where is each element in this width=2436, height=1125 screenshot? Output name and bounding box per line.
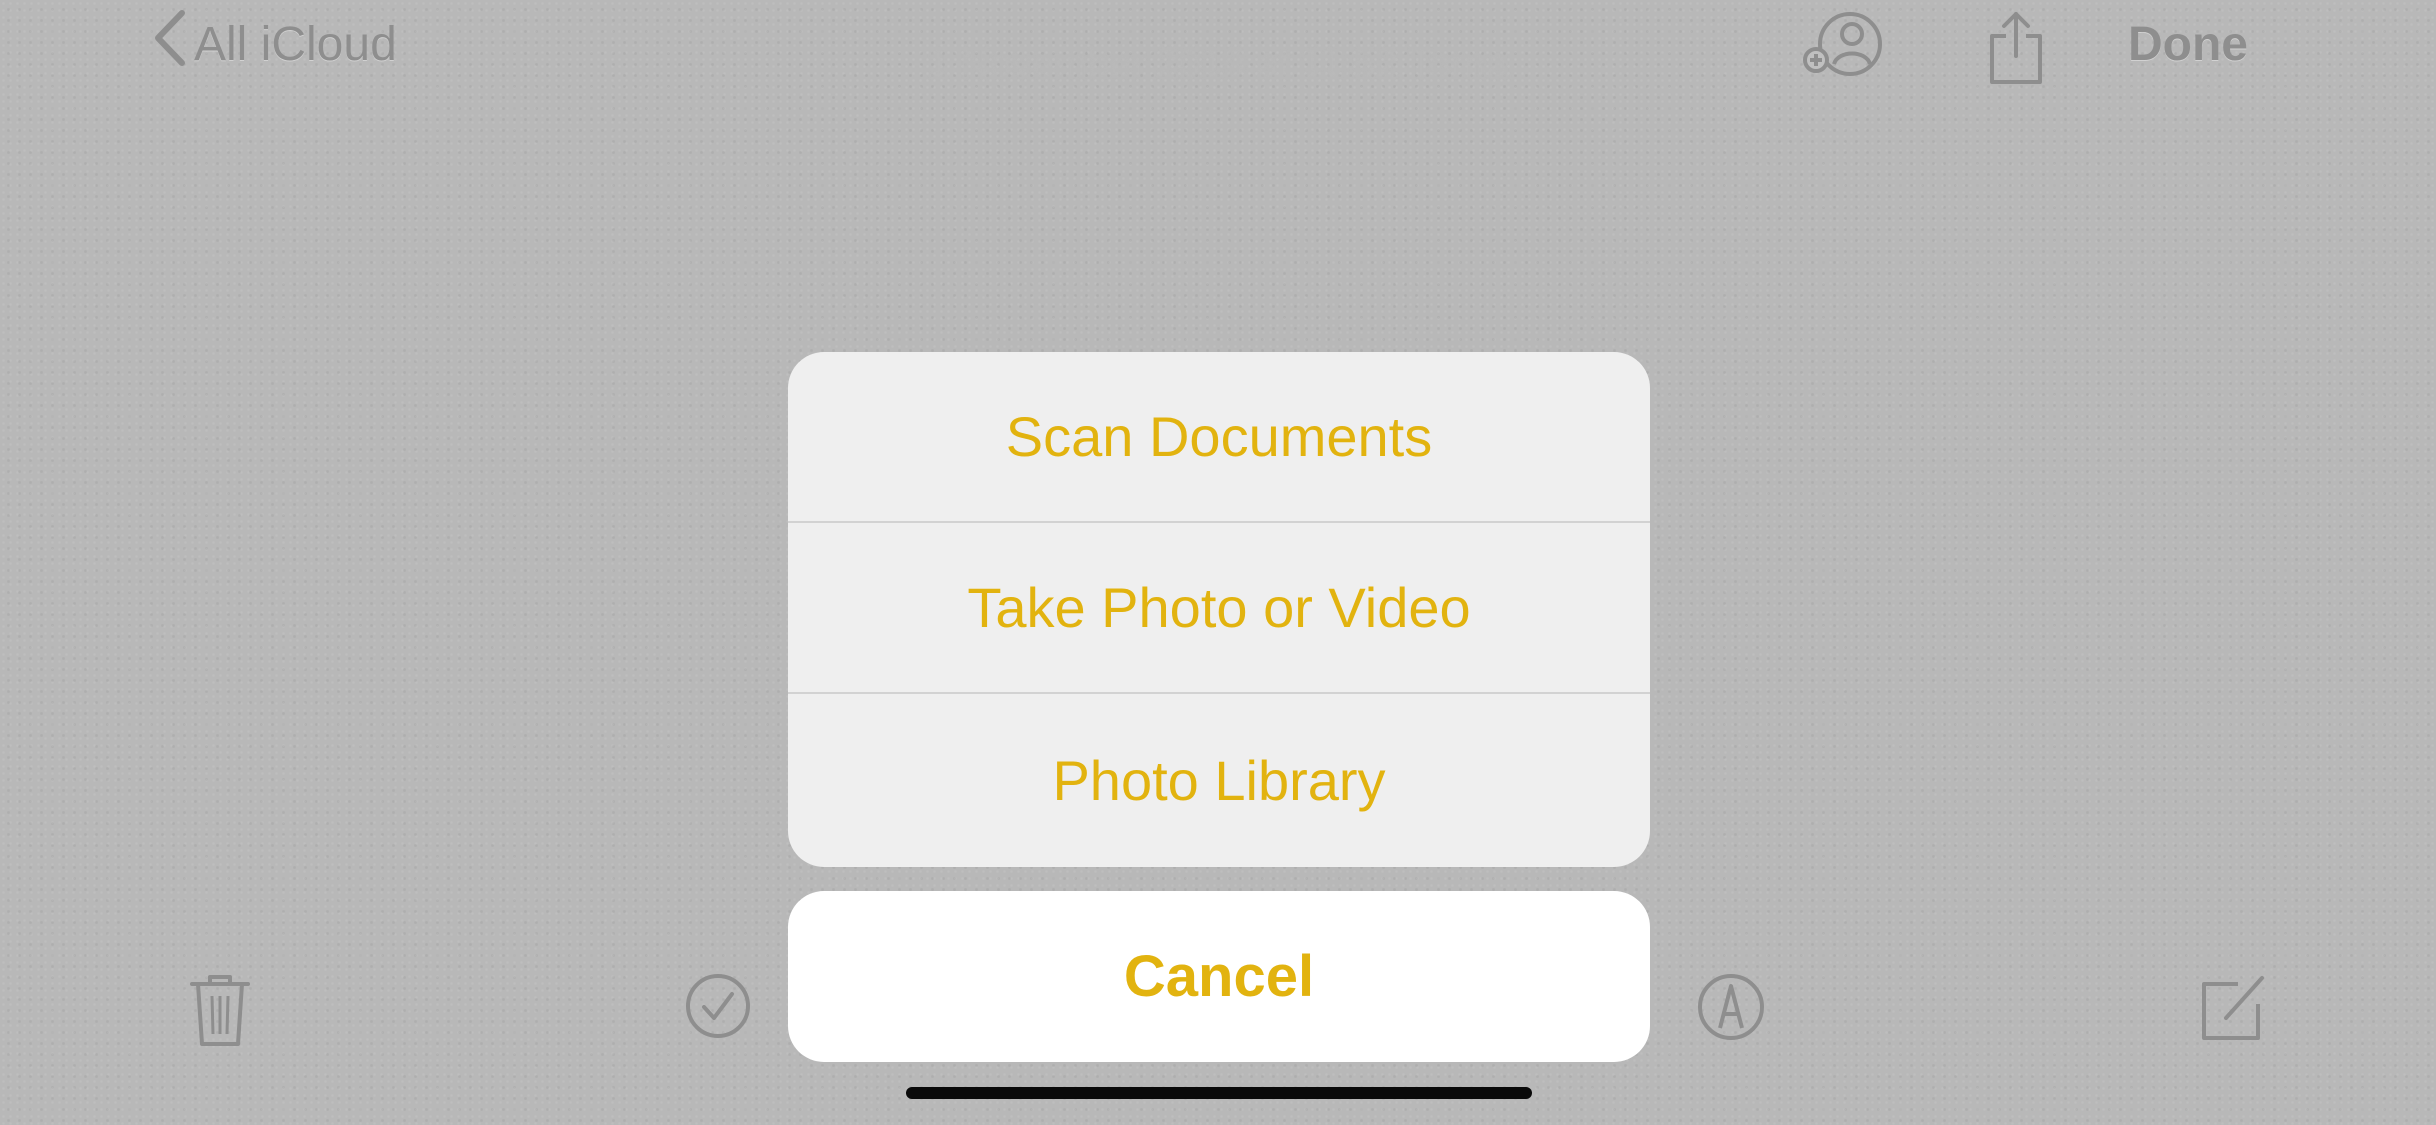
cancel-button[interactable]: Cancel [788, 891, 1650, 1062]
add-people-icon[interactable] [1800, 10, 1886, 85]
take-photo-or-video-option[interactable]: Take Photo or Video [788, 523, 1650, 694]
action-sheet: Scan Documents Take Photo or Video Photo… [788, 352, 1650, 867]
trash-icon[interactable] [188, 972, 252, 1053]
share-icon[interactable] [1986, 10, 2046, 91]
home-indicator[interactable] [906, 1087, 1532, 1099]
photo-library-option[interactable]: Photo Library [788, 694, 1650, 867]
note-title: 1 November 2019 at 11:52 Torna [927, 42, 1509, 86]
done-button[interactable]: Done [2128, 12, 2248, 76]
compose-icon[interactable] [2198, 972, 2268, 1047]
checklist-icon[interactable] [684, 972, 752, 1045]
markup-icon[interactable] [1696, 972, 1766, 1047]
scan-documents-option[interactable]: Scan Documents [788, 352, 1650, 523]
